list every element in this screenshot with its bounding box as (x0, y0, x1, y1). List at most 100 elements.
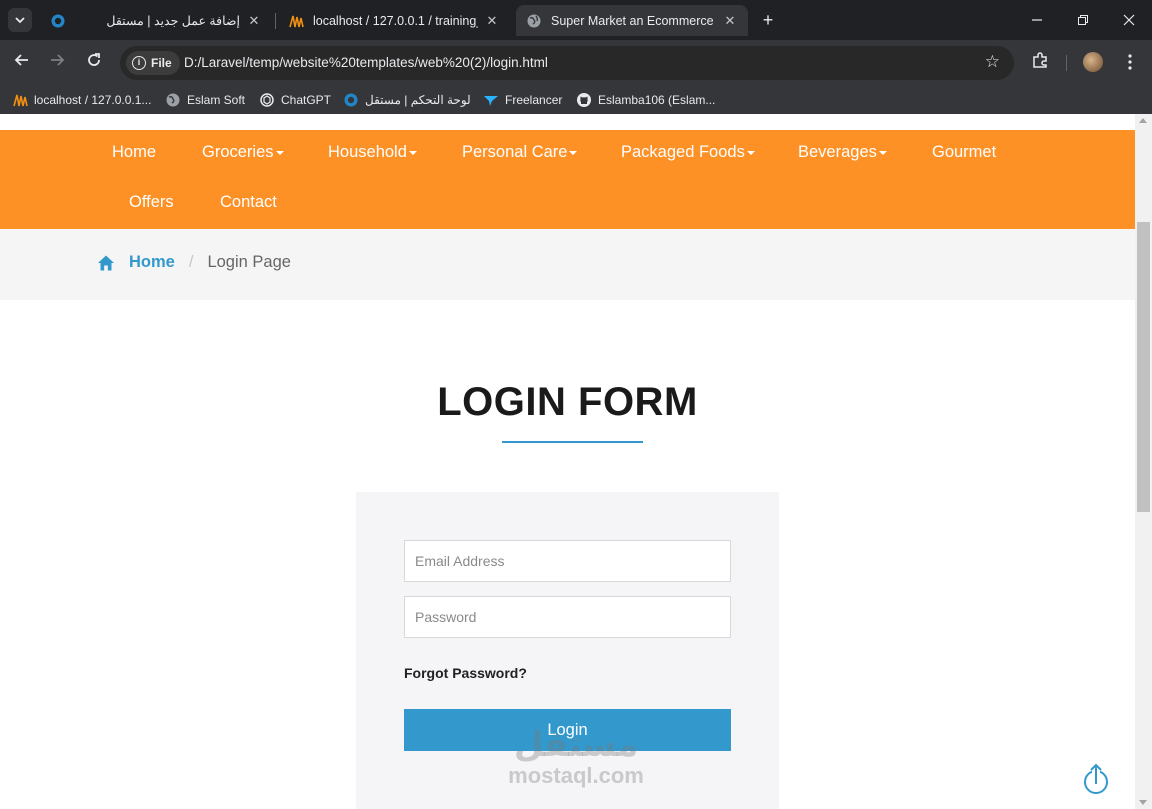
bookmark-label: لوحة التحكم | مستقل (365, 93, 471, 107)
nav-item-label: Groceries (202, 143, 274, 161)
close-icon (1123, 14, 1135, 26)
bookmark-mostaql-dashboard[interactable]: لوحة التحكم | مستقل (343, 92, 471, 108)
bookmark-label: ChatGPT (281, 93, 332, 107)
reload-icon (88, 53, 100, 66)
close-icon[interactable]: ✕ (722, 13, 738, 29)
password-field[interactable] (404, 596, 731, 638)
nav-item-groceries[interactable]: Groceries (202, 143, 284, 162)
new-tab-button[interactable]: + (758, 10, 778, 30)
caret-down-icon (569, 150, 578, 155)
caret-down-icon (746, 150, 755, 155)
site-info-chip[interactable]: i File (126, 51, 180, 75)
address-bar[interactable]: i File D:/Laravel/temp/website%20templat… (120, 46, 1014, 80)
nav-item-label: Contact (220, 193, 277, 211)
bookmark-freelancer[interactable]: Freelancer (483, 92, 562, 108)
bookmark-label: Freelancer (505, 93, 563, 107)
close-window-button[interactable] (1106, 0, 1152, 40)
site-info-label: File (151, 56, 172, 70)
nav-item-label: Home (112, 143, 157, 161)
nav-item-label: Personal Care (462, 143, 568, 161)
bookmark-github[interactable]: Eslamba106 (Eslam... (576, 92, 715, 108)
caret-down-icon (878, 150, 887, 155)
watermark: مستقل mostaql.com (506, 726, 646, 796)
minimize-button[interactable] (1014, 0, 1060, 40)
scroll-up-arrow-icon[interactable] (1139, 118, 1147, 123)
bookmark-star-icon[interactable]: ☆ (985, 52, 1000, 72)
nav-item-label: Household (328, 143, 407, 161)
nav-item-personal-care[interactable]: Personal Care (462, 143, 578, 162)
home-icon (98, 255, 114, 270)
chatgpt-icon (259, 92, 275, 108)
tab-search-button[interactable] (8, 8, 32, 32)
tab-mostaql[interactable]: إضافة عمل جديد | مستقل ✕ (40, 5, 272, 36)
bookmark-label: Eslamba106 (Eslam... (598, 93, 716, 107)
profile-avatar[interactable] (1083, 52, 1103, 72)
restore-icon (1078, 15, 1088, 25)
arrow-left-icon (14, 54, 28, 66)
email-field[interactable] (404, 540, 731, 582)
nav-item-packaged-foods[interactable]: Packaged Foods (621, 143, 755, 162)
browser-toolbar: i File D:/Laravel/temp/website%20templat… (0, 40, 1152, 86)
mostaql-icon (343, 92, 359, 108)
nav-item-label: Offers (129, 193, 174, 211)
tab-phpmyadmin[interactable]: localhost / 127.0.0.1 / training_c ✕ (278, 5, 510, 36)
scrollbar-thumb[interactable] (1137, 222, 1150, 512)
tab-strip: إضافة عمل جديد | مستقل ✕ localhost / 127… (0, 0, 1152, 40)
breadcrumb: Home / Login Page (97, 253, 291, 272)
nav-item-household[interactable]: Household (328, 143, 417, 162)
globe-icon (526, 13, 542, 29)
close-icon[interactable]: ✕ (484, 13, 500, 29)
bookmark-chatgpt[interactable]: ChatGPT (259, 92, 331, 108)
globe-icon (165, 92, 181, 108)
puzzle-icon (1033, 52, 1047, 68)
url-text[interactable]: D:/Laravel/temp/website%20templates/web%… (184, 55, 548, 70)
breadcrumb-current: Login Page (207, 253, 291, 271)
breadcrumb-bar: Home / Login Page (0, 229, 1135, 300)
page-scrollbar[interactable] (1135, 114, 1152, 809)
info-icon: i (132, 56, 146, 70)
restore-button[interactable] (1060, 0, 1106, 40)
freelancer-icon (483, 92, 499, 108)
caret-down-icon (408, 150, 417, 155)
scroll-down-arrow-icon[interactable] (1139, 800, 1147, 805)
scroll-to-top-icon[interactable] (1083, 762, 1109, 796)
tab-title: إضافة عمل جديد | مستقل (106, 14, 240, 28)
reload-button[interactable] (82, 51, 106, 75)
nav-item-label: Gourmet (932, 143, 997, 161)
title-underline (502, 441, 643, 443)
nav-item-gourmet[interactable]: Gourmet (932, 143, 996, 162)
close-icon[interactable]: ✕ (246, 13, 262, 29)
watermark-arabic: مستقل (513, 725, 639, 765)
nav-item-label: Beverages (798, 143, 877, 161)
nav-item-offers[interactable]: Offers (129, 193, 174, 212)
nav-item-beverages[interactable]: Beverages (798, 143, 887, 162)
caret-down-icon (275, 150, 284, 155)
page-viewport: Home Groceries Household Personal Care P… (0, 114, 1152, 809)
tab-supermarket[interactable]: Super Market an Ecommerce Onl ✕ (516, 5, 748, 36)
arrow-right-icon (51, 54, 65, 66)
watermark-latin: mostaql.com (508, 763, 644, 788)
tab-divider (275, 13, 276, 29)
bookmark-localhost[interactable]: localhost / 127.0.0.1... (12, 92, 151, 108)
bookmark-eslam-soft[interactable]: Eslam Soft (165, 92, 245, 108)
chevron-down-icon (15, 17, 25, 24)
minimize-icon (1032, 19, 1042, 21)
github-icon (576, 92, 592, 108)
main-nav: Home Groceries Household Personal Care P… (0, 130, 1135, 229)
tab-title: Super Market an Ecommerce Onl (551, 13, 716, 28)
breadcrumb-separator: / (188, 253, 194, 271)
back-button[interactable] (10, 51, 34, 75)
forgot-password-link[interactable]: Forgot Password? (404, 665, 527, 681)
bookmarks-bar: localhost / 127.0.0.1... Eslam Soft Chat… (0, 86, 1152, 114)
breadcrumb-home-link[interactable]: Home (129, 253, 175, 272)
extensions-button[interactable] (1031, 51, 1049, 73)
nav-item-home[interactable]: Home (112, 143, 156, 162)
nav-item-contact[interactable]: Contact (220, 193, 277, 212)
menu-button[interactable] (1125, 53, 1135, 75)
forward-button[interactable] (45, 51, 69, 75)
bookmark-label: Eslam Soft (187, 93, 246, 107)
mostaql-icon (50, 13, 66, 29)
tab-title: localhost / 127.0.0.1 / training_c (313, 13, 478, 28)
page-top-gap (0, 114, 1135, 130)
phpmyadmin-icon (12, 92, 28, 108)
